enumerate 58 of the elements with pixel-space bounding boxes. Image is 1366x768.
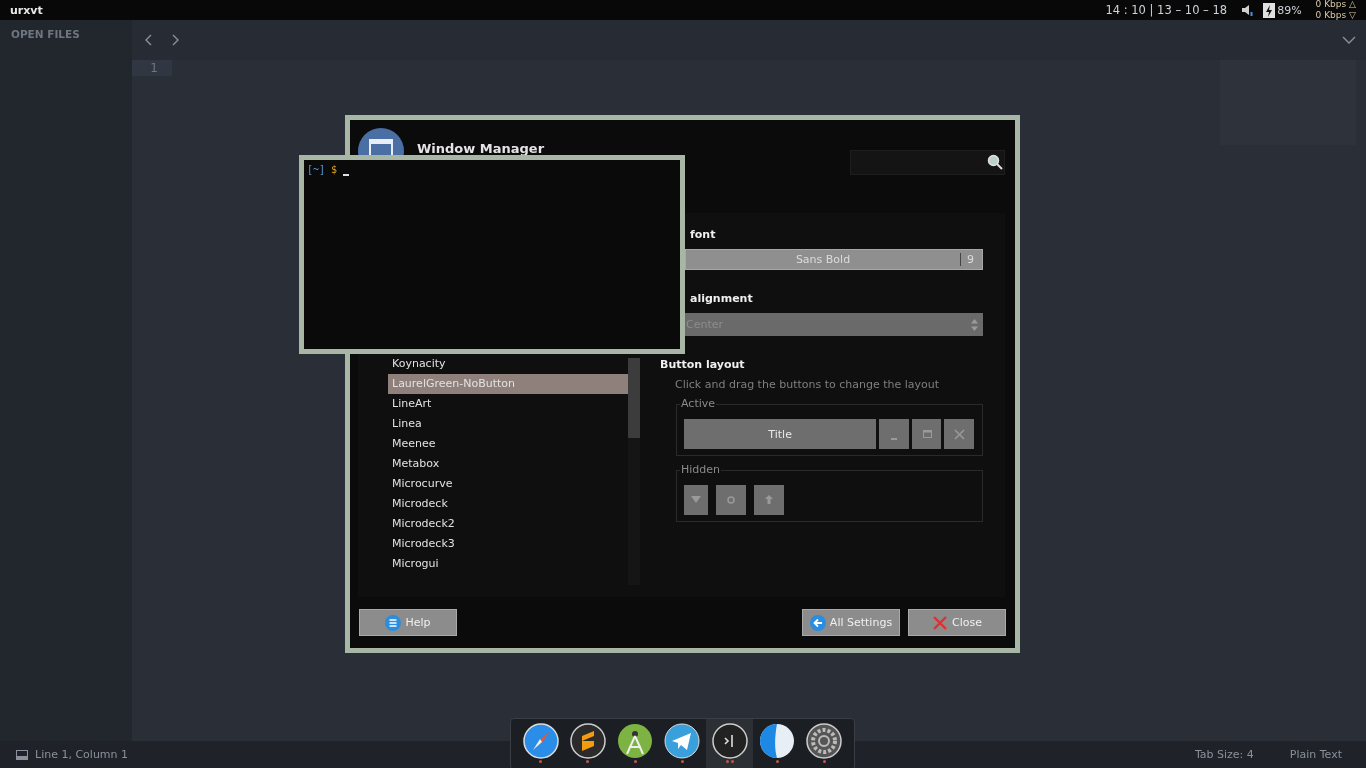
layout-button[interactable] [911,419,942,449]
running-dot [539,760,543,763]
ring-icon [724,493,738,507]
scrollbar-thumb[interactable] [628,358,640,438]
gear-icon[interactable] [806,723,843,759]
list-item[interactable]: Microdeck [388,494,628,514]
dock-highlight[interactable] [706,719,754,768]
prompt-path: [~] [307,164,326,175]
close-icon [932,614,948,631]
running-dot [681,760,684,763]
list-item[interactable]: LineArt [388,394,628,414]
running-dot [822,760,826,763]
paper-plane-icon[interactable] [664,723,701,759]
menu-icon [385,614,402,631]
list-item[interactable]: Microgui [388,554,628,574]
search-field[interactable] [850,150,1005,175]
list-item[interactable]: Meenee [388,434,628,454]
text-cursor [343,174,350,176]
split-circle-icon[interactable] [759,723,796,759]
running-dot [775,760,779,763]
cursor-position: Line 1, Column 1 [35,748,129,761]
close-icon [952,427,967,441]
updown-icon [971,318,978,331]
prompt-symbol: $ [331,164,338,175]
running-dot [586,760,590,763]
panel-icon[interactable] [16,749,28,760]
running-dot [633,760,637,763]
field-label: alignment [689,292,754,306]
syntax-mode[interactable]: Plain Text [1289,748,1342,761]
download-rate: 0 Kbps ▽ [1315,10,1356,21]
frame-label: Hidden [680,463,722,476]
search-icon [987,154,1003,170]
speaker-icon [1241,4,1254,16]
chevron-down-icon[interactable] [1342,35,1356,45]
editor-icon[interactable] [569,723,606,759]
clock: 14 : 10 | 13 – 10 – 18 [1105,3,1228,17]
compass-icon[interactable] [522,723,559,759]
field-label: font [689,228,717,242]
list-item[interactable]: Linea [388,414,628,434]
list-item[interactable]: Microcurve [388,474,628,494]
robot-icon[interactable] [617,723,654,759]
section-heading: Button layout [660,358,746,372]
window-title: urxvt [10,3,43,17]
tab-size[interactable]: Tab Size: 4 [1194,748,1254,761]
hint-text: Click and drag the buttons to change the layout [675,378,941,391]
list-item[interactable]: Microdeck2 [388,514,628,534]
list-item[interactable]: Koynacity [388,354,628,374]
sidebar-title: OPEN FILES [11,28,81,40]
frame-label: Active [680,397,717,410]
upload-rate: 0 Kbps △ [1315,0,1356,10]
line-number: 1 [132,60,172,76]
title-button[interactable]: Title [684,419,877,449]
battery-level: 89% [1277,3,1302,17]
dialog-title: Window Manager [417,141,545,156]
list-item[interactable]: Metabox [388,454,628,474]
terminal-icon[interactable] [711,723,748,759]
list-item[interactable]: Microdeck3 [388,534,628,554]
minimize-icon [891,438,898,440]
